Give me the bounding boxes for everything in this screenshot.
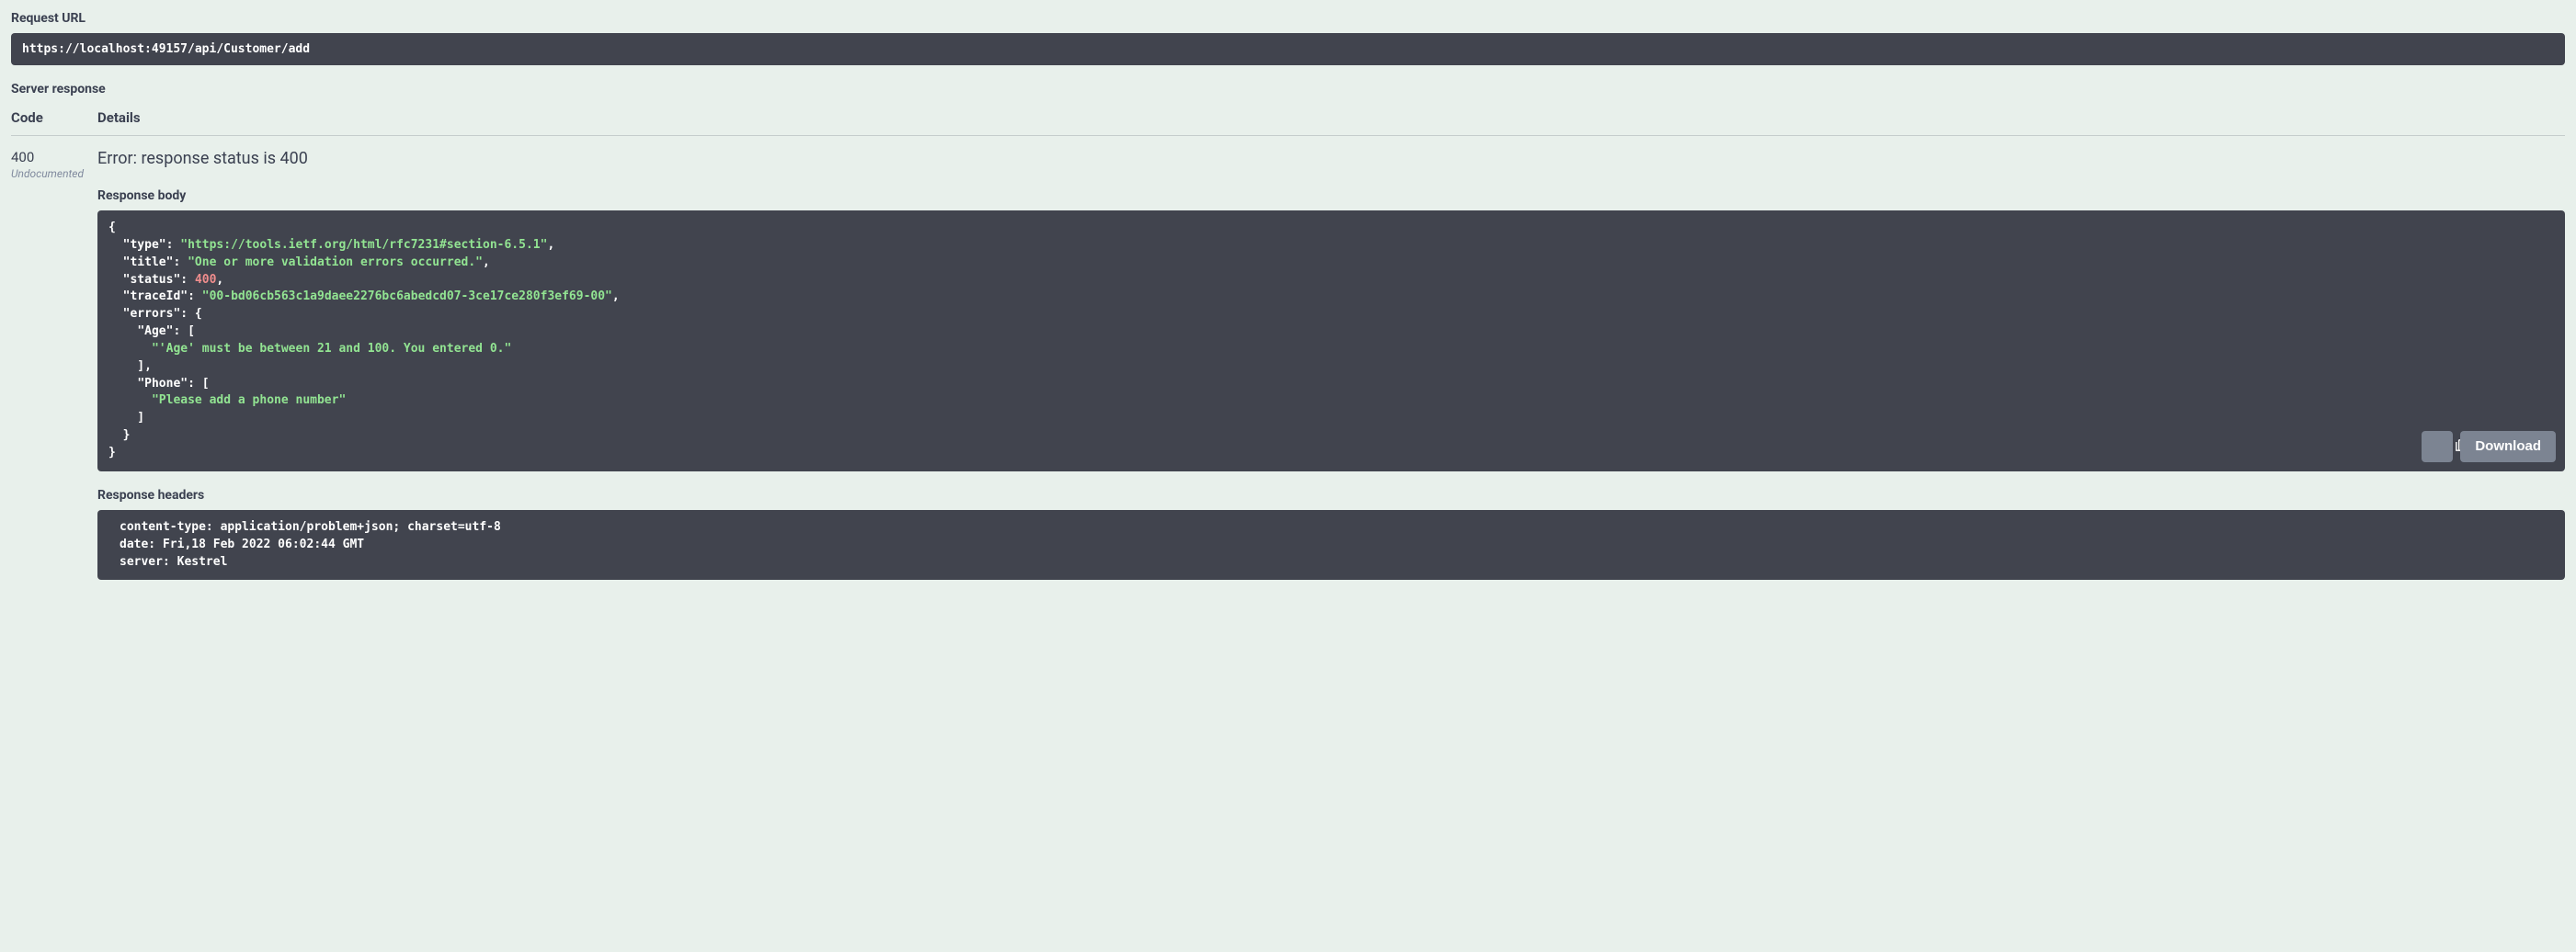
- response-body: { "type": "https://tools.ietf.org/html/r…: [97, 210, 2565, 471]
- status-code: 400: [11, 149, 97, 165]
- download-button[interactable]: Download: [2460, 431, 2556, 462]
- response-headers: content-type: application/problem+json; …: [97, 510, 2565, 581]
- response-body-label: Response body: [97, 188, 2565, 203]
- column-code: Code: [11, 109, 97, 126]
- copy-button[interactable]: [2422, 431, 2453, 462]
- request-url-label: Request URL: [11, 11, 2565, 26]
- server-response-label: Server response: [11, 82, 2565, 96]
- response-headers-label: Response headers: [97, 488, 2565, 503]
- response-code-cell: 400 Undocumented: [11, 149, 97, 180]
- column-details: Details: [97, 109, 141, 126]
- error-message: Error: response status is 400: [97, 149, 2565, 168]
- table-header-row: Code Details: [11, 109, 2565, 136]
- request-url-value: https://localhost:49157/api/Customer/add: [11, 33, 2565, 65]
- undocumented-label: Undocumented: [11, 167, 97, 180]
- response-details-cell: Error: response status is 400 Response b…: [97, 149, 2565, 580]
- response-table: Code Details 400 Undocumented Error: res…: [11, 109, 2565, 580]
- table-row: 400 Undocumented Error: response status …: [11, 149, 2565, 580]
